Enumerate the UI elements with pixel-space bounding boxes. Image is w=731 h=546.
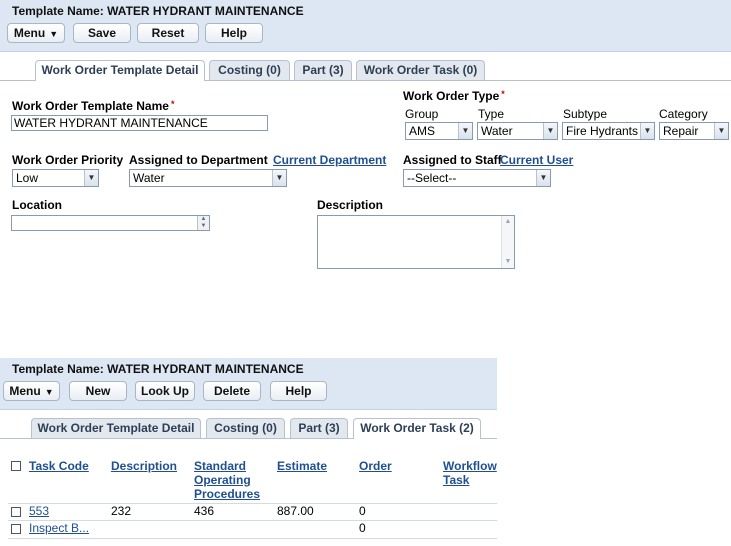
subtype-select-value: Fire Hydrants [566, 124, 639, 138]
chevron-down-icon: ▼ [272, 170, 286, 186]
panel2-tab-costing[interactable]: Costing (0) [206, 418, 285, 438]
panel1-reset-button[interactable]: Reset [137, 23, 199, 43]
staff-select-value: --Select-- [407, 171, 457, 185]
description-scrollbar[interactable]: ▲ ▼ [501, 216, 514, 268]
scroll-down-icon: ▼ [504, 258, 512, 265]
chevron-down-icon: ▼ [84, 170, 98, 186]
staff-label: Assigned to Staff [403, 153, 502, 167]
panel1-tab-part[interactable]: Part (3) [294, 60, 352, 80]
row-order: 0 [359, 521, 366, 535]
menu-label: Menu [13, 26, 46, 40]
chevron-down-icon: ▼ [640, 123, 654, 139]
staff-select[interactable]: --Select-- ▼ [403, 169, 551, 187]
select-all-checkbox[interactable] [11, 461, 21, 471]
type-select-value: Water [481, 124, 513, 138]
chevron-down-icon: ▼ [543, 123, 557, 139]
menu-arrow-icon: ▼ [44, 387, 54, 397]
panel2-tab-part[interactable]: Part (3) [290, 418, 348, 438]
department-label: Assigned to Department [129, 153, 268, 167]
current-user-link[interactable]: Current User [500, 153, 573, 167]
menu-arrow-icon: ▼ [49, 29, 59, 39]
menu-label: Menu [9, 384, 41, 398]
panel2-help-button[interactable]: Help [270, 381, 327, 401]
panel1-tab-task[interactable]: Work Order Task (0) [356, 60, 485, 80]
location-input[interactable]: ▲ ▼ [11, 215, 210, 231]
description-label: Description [317, 198, 384, 212]
panel2-delete-button[interactable]: Delete [203, 381, 261, 401]
row-sop: 436 [194, 504, 215, 518]
current-department-link[interactable]: Current Department [273, 153, 386, 167]
col-description[interactable]: Description [111, 459, 177, 473]
priority-select[interactable]: Low ▼ [12, 169, 99, 187]
panel2-tab-detail[interactable]: Work Order Template Detail [31, 418, 201, 438]
table-row-divider [8, 538, 497, 539]
panel1-tab-detail[interactable]: Work Order Template Detail [35, 60, 205, 81]
group-label: Group [405, 107, 439, 121]
row-checkbox[interactable] [11, 524, 21, 534]
panel1-menu-button[interactable]: Menu ▼ [7, 23, 65, 43]
table-header-divider [8, 503, 497, 504]
col-workflow-task[interactable]: Workflow Task [443, 459, 497, 487]
work-order-type-label: Work Order Type * [403, 89, 505, 103]
department-select-value: Water [133, 171, 165, 185]
col-estimate[interactable]: Estimate [277, 459, 327, 473]
panel2-menu-button[interactable]: Menu ▼ [3, 381, 60, 401]
panel2-lookup-button[interactable]: Look Up [135, 381, 195, 401]
type-select[interactable]: Water ▼ [477, 122, 558, 140]
panel2-tab-task[interactable]: Work Order Task (2) [353, 418, 481, 439]
panel1-save-button[interactable]: Save [73, 23, 131, 43]
row-description: 232 [111, 504, 132, 518]
category-select[interactable]: Repair ▼ [659, 122, 729, 140]
location-label: Location [12, 198, 62, 212]
panel1-tab-costing[interactable]: Costing (0) [209, 60, 290, 80]
subtype-select[interactable]: Fire Hydrants ▼ [562, 122, 655, 140]
panel1-template-title: Template Name: WATER HYDRANT MAINTENANCE [12, 4, 304, 18]
description-textarea[interactable]: ▲ ▼ [317, 215, 515, 269]
row-estimate: 887.00 [277, 504, 314, 518]
category-label: Category [659, 107, 708, 121]
panel2-new-button[interactable]: New [69, 381, 127, 401]
priority-label: Work Order Priority [12, 153, 124, 167]
chevron-down-icon: ▼ [536, 170, 550, 186]
subtype-label: Subtype [563, 107, 608, 121]
template-name-input[interactable]: WATER HYDRANT MAINTENANCE [11, 115, 268, 131]
template-name-label: Work Order Template Name * [12, 99, 175, 113]
task-code-link[interactable]: Inspect B... [29, 521, 89, 535]
scroll-up-icon: ▲ [504, 218, 512, 225]
group-select[interactable]: AMS ▼ [405, 122, 473, 140]
col-sop[interactable]: Standard Operating Procedures [194, 459, 264, 501]
priority-select-value: Low [16, 171, 39, 185]
row-order: 0 [359, 504, 366, 518]
category-select-value: Repair [663, 124, 699, 138]
chevron-down-icon: ▼ [458, 123, 472, 139]
col-order[interactable]: Order [359, 459, 392, 473]
department-select[interactable]: Water ▼ [129, 169, 287, 187]
row-checkbox[interactable] [11, 507, 21, 517]
spinner-icon[interactable]: ▲ ▼ [197, 216, 209, 230]
col-task-code[interactable]: Task Code [29, 459, 89, 473]
chevron-down-icon: ▼ [714, 123, 728, 139]
panel1-help-button[interactable]: Help [205, 23, 263, 43]
task-code-link[interactable]: 553 [29, 504, 49, 518]
type-label: Type [478, 107, 505, 121]
group-select-value: AMS [409, 124, 436, 138]
panel2-template-title: Template Name: WATER HYDRANT MAINTENANCE [12, 362, 304, 376]
